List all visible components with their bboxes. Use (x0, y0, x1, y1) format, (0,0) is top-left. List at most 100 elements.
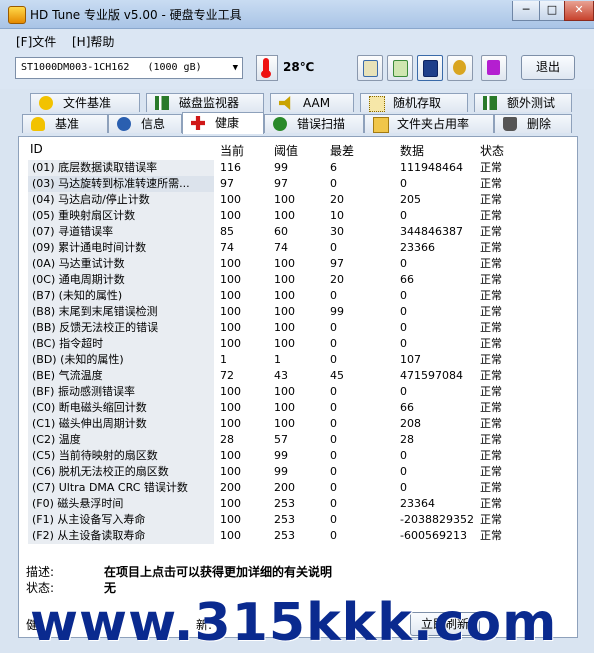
options-button[interactable] (447, 55, 473, 81)
current-value-cell: 100 (220, 401, 241, 414)
threshold-cell: 200 (274, 481, 295, 494)
threshold-cell: 100 (274, 385, 295, 398)
attribute-id-cell: (F1) 从主设备写入寿命 (28, 512, 214, 528)
table-row[interactable]: (0A) 马达重试计数 100 100 97 0 正常 (24, 256, 574, 272)
worst-value-cell: 0 (330, 497, 337, 510)
column-worst[interactable]: 最差 (330, 142, 354, 159)
table-row[interactable]: (B7) (未知的属性) 100 100 0 0 正常 (24, 288, 574, 304)
menu-bar: [F]文件 [H]帮助 (0, 29, 594, 51)
threshold-cell: 100 (274, 337, 295, 350)
column-data[interactable]: 数据 (400, 142, 424, 159)
tab-disk-monitor[interactable]: 磁盘监视器 (146, 93, 264, 112)
worst-value-cell: 0 (330, 321, 337, 334)
status-cell: 正常 (480, 497, 502, 510)
tab-extra-tests[interactable]: 额外测试 (474, 93, 572, 112)
temperature-value: 28℃ (283, 60, 315, 74)
copy-text-button[interactable] (357, 55, 383, 81)
table-row[interactable]: (C7) Ultra DMA CRC 错误计数 200 200 0 0 正常 (24, 480, 574, 496)
description-area: 描述: 在项目上点击可以获得更加详细的有关说明 状态: 无 (24, 560, 569, 596)
column-id[interactable]: ID (30, 142, 43, 156)
options-icon (453, 60, 466, 75)
worst-value-cell: 0 (330, 353, 337, 366)
status-cell: 正常 (480, 385, 502, 398)
table-row[interactable]: (F1) 从主设备写入寿命 100 253 0 -2038829352 正常 (24, 512, 574, 528)
current-value-cell: 100 (220, 257, 241, 270)
raw-data-cell: 28 (400, 433, 414, 446)
maximize-button[interactable]: □ (539, 1, 565, 21)
threshold-cell: 99 (274, 449, 288, 462)
download-button[interactable] (481, 55, 507, 81)
table-row[interactable]: (BF) 振动感测错误率 100 100 0 0 正常 (24, 384, 574, 400)
status-cell: 正常 (480, 465, 502, 478)
menu-help[interactable]: [H]帮助 (72, 33, 114, 50)
current-value-cell: 100 (220, 449, 241, 462)
table-row[interactable]: (C5) 当前待映射的扇区数 100 99 0 0 正常 (24, 448, 574, 464)
table-row[interactable]: (C0) 断电磁头缩回计数 100 100 0 66 正常 (24, 400, 574, 416)
tab-benchmark[interactable]: 基准 (22, 114, 108, 133)
attribute-id-cell: (BE) 气流温度 (28, 368, 214, 384)
tab-error-scan[interactable]: 错误扫描 (264, 114, 364, 133)
worst-value-cell: 45 (330, 369, 344, 382)
tab-info[interactable]: 信息 (108, 114, 182, 133)
status-cell: 正常 (480, 481, 502, 494)
table-row[interactable]: (07) 寻道错误率 85 60 30 344846387 正常 (24, 224, 574, 240)
raw-data-cell: 0 (400, 321, 407, 334)
current-value-cell: 74 (220, 241, 234, 254)
download-icon (487, 60, 500, 75)
table-row[interactable]: (BE) 气流温度 72 43 45 471597084 正常 (24, 368, 574, 384)
info-icon (117, 117, 131, 131)
table-row[interactable]: (05) 重映射扇区计数 100 100 10 0 正常 (24, 208, 574, 224)
tab-random-access[interactable]: 随机存取 (360, 93, 468, 112)
column-threshold[interactable]: 阈值 (274, 142, 298, 159)
chevron-down-icon[interactable]: ▼ (233, 58, 238, 78)
attribute-id-cell: (05) 重映射扇区计数 (28, 208, 214, 224)
raw-data-cell: 66 (400, 401, 414, 414)
column-status[interactable]: 状态 (480, 142, 504, 159)
table-row[interactable]: (F0) 磁头悬浮时间 100 253 0 23364 正常 (24, 496, 574, 512)
close-button[interactable]: ✕ (564, 1, 594, 21)
attribute-id-cell: (BD) (未知的属性) (28, 352, 214, 368)
raw-data-cell: 0 (400, 289, 407, 302)
table-row[interactable]: (0C) 通电周期计数 100 100 20 66 正常 (24, 272, 574, 288)
table-row[interactable]: (F2) 从主设备读取寿命 100 253 0 -600569213 正常 (24, 528, 574, 544)
minimize-button[interactable]: ─ (512, 1, 540, 21)
status-cell: 正常 (480, 241, 502, 254)
table-row[interactable]: (03) 马达旋转到标准转速所需... 97 97 0 0 正常 (24, 176, 574, 192)
column-current[interactable]: 当前 (220, 142, 244, 159)
exit-button[interactable]: 退出 (521, 55, 575, 80)
menu-file[interactable]: [F]文件 (16, 33, 56, 50)
table-row[interactable]: (BD) (未知的属性) 1 1 0 107 正常 (24, 352, 574, 368)
table-row[interactable]: (B8) 末尾到末尾错误检测 100 100 99 0 正常 (24, 304, 574, 320)
tab-file-benchmark[interactable]: 文件基准 (30, 93, 140, 112)
table-row[interactable]: (04) 马达启动/停止计数 100 100 20 205 正常 (24, 192, 574, 208)
tab-erase[interactable]: 删除 (494, 114, 572, 133)
drive-select[interactable]: ST1000DM003-1CH162 (1000 gB) ▼ (15, 57, 243, 79)
raw-data-cell: 208 (400, 417, 421, 430)
raw-data-cell: -600569213 (400, 529, 467, 542)
table-row[interactable]: (01) 底层数据读取错误率 116 99 6 111948464 正常 (24, 160, 574, 176)
threshold-cell: 100 (274, 321, 295, 334)
tab-folder-usage[interactable]: 文件夹占用率 (364, 114, 494, 133)
tab-health[interactable]: 健康 (182, 112, 264, 134)
table-row[interactable]: (BB) 反馈无法校正的错误 100 100 0 0 正常 (24, 320, 574, 336)
raw-data-cell: 205 (400, 193, 421, 206)
table-row[interactable]: (09) 累计通电时间计数 74 74 0 23366 正常 (24, 240, 574, 256)
table-row[interactable]: (C6) 脱机无法校正的扇区数 100 99 0 0 正常 (24, 464, 574, 480)
status-cell: 正常 (480, 193, 502, 206)
status-cell: 正常 (480, 417, 502, 430)
table-row[interactable]: (BC) 指令超时 100 100 0 0 正常 (24, 336, 574, 352)
tab-aam[interactable]: AAM (270, 93, 354, 112)
raw-data-cell: 344846387 (400, 225, 463, 238)
status-cell: 正常 (480, 321, 502, 334)
raw-data-cell: 23366 (400, 241, 435, 254)
table-row[interactable]: (C1) 磁头伸出周期计数 100 100 0 208 正常 (24, 416, 574, 432)
threshold-cell: 1 (274, 353, 281, 366)
copy-screen-button[interactable] (387, 55, 413, 81)
worst-value-cell: 0 (330, 401, 337, 414)
save-button[interactable] (417, 55, 443, 81)
tab-label: AAM (303, 96, 331, 110)
raw-data-cell: 0 (400, 257, 407, 270)
table-row[interactable]: (C2) 温度 28 57 0 28 正常 (24, 432, 574, 448)
tab-label: 删除 (527, 117, 552, 131)
current-value-cell: 72 (220, 369, 234, 382)
